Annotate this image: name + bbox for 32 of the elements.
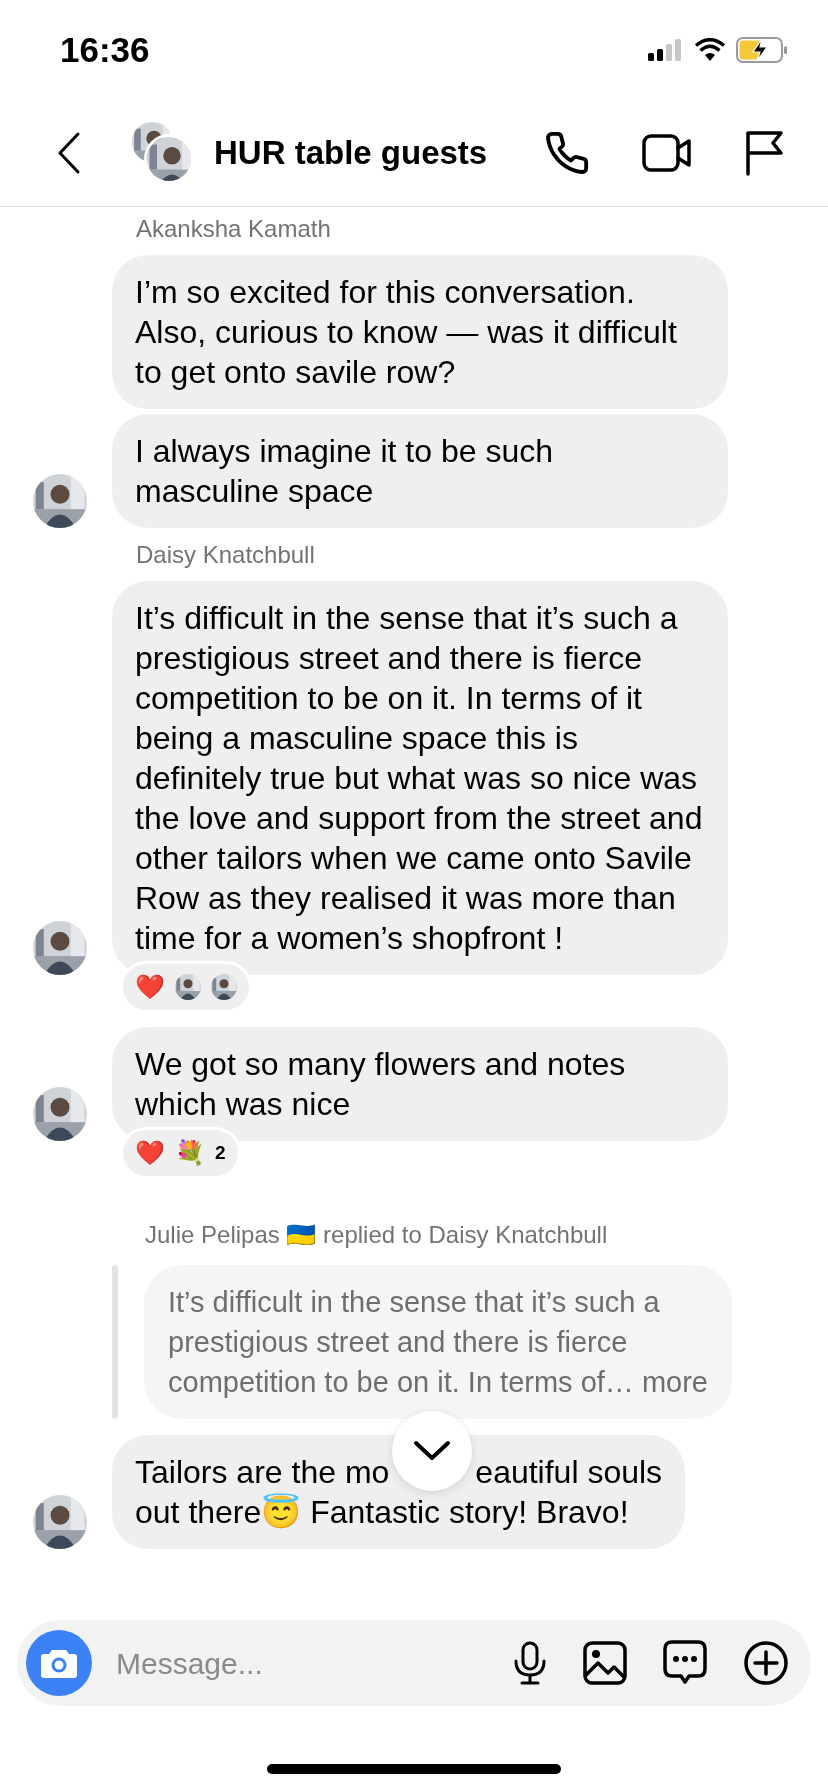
message-bubble: I’m so excited for this conversation. Also, curious to know — was it difficult to get onto savile row? (112, 255, 728, 409)
video-camera-icon[interactable] (642, 133, 692, 173)
microphone-icon[interactable] (513, 1641, 547, 1685)
reaction-emoji: ❤ (135, 1141, 165, 1165)
reactions-pill[interactable]: ❤ 💐 2 (120, 1127, 241, 1179)
image-icon[interactable] (583, 1641, 627, 1685)
reaction-count: 2 (215, 1140, 226, 1165)
reply-label: Julie Pelipas 🇺🇦 replied to Daisy Knatchbull (145, 1220, 609, 1250)
quoted-message[interactable]: It’s difficult in the sense that it’s such a prestigious street and there is fierce competition to be on it. In terms of… more (144, 1265, 732, 1419)
camera-button[interactable] (26, 1630, 92, 1696)
status-time: 16:36 (60, 28, 150, 71)
signal-icon (648, 39, 684, 61)
message-input[interactable]: Message... (116, 1640, 513, 1686)
message-field[interactable]: Message... (17, 1620, 811, 1706)
add-circle-icon[interactable] (743, 1640, 789, 1686)
flag-icon[interactable] (744, 130, 784, 176)
chat-title[interactable]: HUR table guests (214, 128, 544, 178)
wifi-icon (694, 38, 726, 62)
chat-bubble-icon[interactable] (663, 1640, 707, 1686)
message-bubble: It’s difficult in the sense that it’s such a prestigious street and there is fierce competition to be on it. In terms of it being a masculine space this is definitely true but what was so nice was the love and support from the street and other tailors when we came onto Savile Row as they realised it was more than time for a women’s shopfront ! (112, 581, 728, 975)
reactions-pill[interactable]: ❤ (120, 961, 252, 1013)
battery-charging-icon (736, 37, 788, 63)
message-bubble: I always imagine it to be such masculine space (112, 414, 728, 528)
phone-icon[interactable] (544, 130, 590, 176)
sender-name: Daisy Knatchbull (136, 540, 316, 570)
camera-icon (40, 1647, 78, 1679)
chevron-down-icon (413, 1440, 452, 1462)
more-link[interactable]: more (641, 1366, 708, 1398)
sender-name: Akanksha Kamath (136, 214, 332, 244)
reaction-emoji: ❤ (135, 975, 165, 999)
back-icon[interactable] (56, 131, 82, 175)
reaction-emoji: 💐 (175, 1141, 205, 1165)
